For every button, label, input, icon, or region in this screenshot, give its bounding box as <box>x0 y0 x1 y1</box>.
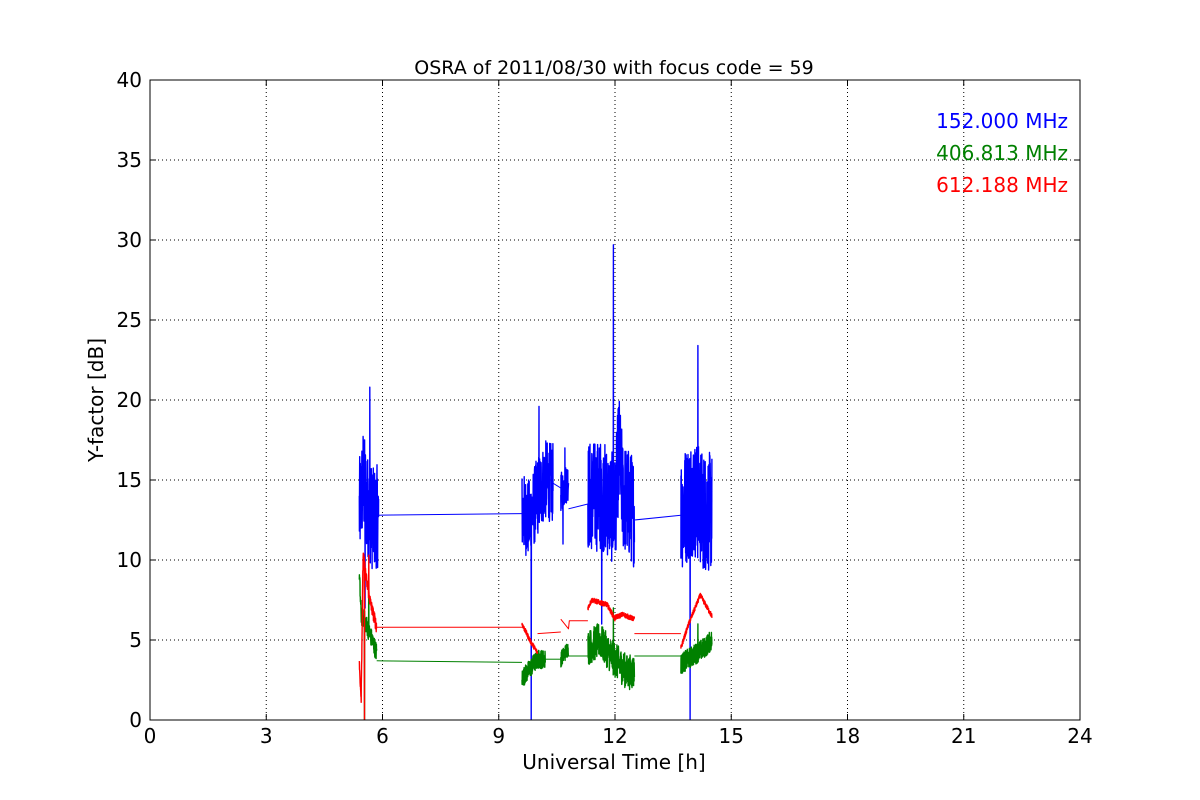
series-line-segment <box>614 611 636 622</box>
legend: 152.000 MHz 406.813 MHz 612.188 MHz <box>936 109 1068 197</box>
series-line-segment <box>521 649 546 686</box>
x-tick-label: 12 <box>602 724 627 748</box>
y-tick-label: 40 <box>117 68 142 92</box>
y-tick-label: 35 <box>117 148 142 172</box>
x-tick-label: 3 <box>260 724 273 748</box>
x-tick-label: 9 <box>492 724 505 748</box>
series-line-segment <box>560 447 570 545</box>
y-tick-label: 10 <box>117 548 142 572</box>
series-line-segment <box>376 660 523 663</box>
x-tick-label: 15 <box>719 724 744 748</box>
legend-entry: 612.188 MHz <box>936 173 1068 197</box>
series-line-segment <box>587 244 636 625</box>
y-tick-label: 0 <box>129 708 142 732</box>
x-tick-label: 0 <box>144 724 157 748</box>
legend-entry: 152.000 MHz <box>936 109 1068 133</box>
plot-series <box>358 244 713 720</box>
series-line-segment <box>568 503 589 510</box>
x-axis-label: Universal Time [h] <box>522 750 705 774</box>
series-1 <box>358 572 713 720</box>
series-line-segment <box>560 643 570 668</box>
chart: OSRA of 2011/08/30 with focus code = 59 … <box>84 57 1093 774</box>
series-line-segment <box>587 607 636 691</box>
series-line-segment <box>552 482 562 489</box>
x-tick-label: 18 <box>835 724 860 748</box>
chart-title: OSRA of 2011/08/30 with focus code = 59 <box>414 57 813 79</box>
y-tick-label: 20 <box>117 388 142 412</box>
x-tick-label: 24 <box>1067 724 1092 748</box>
y-axis-label: Y-factor [dB] <box>84 338 108 463</box>
series-line-segment <box>560 618 588 630</box>
legend-entry: 406.813 MHz <box>936 141 1068 165</box>
series-2 <box>358 552 713 720</box>
x-tick-label: 6 <box>376 724 389 748</box>
y-tick-label: 25 <box>117 308 142 332</box>
series-line-segment <box>521 622 539 654</box>
y-tick-label: 5 <box>129 628 142 652</box>
x-tick-label: 21 <box>951 724 976 748</box>
series-line-segment <box>537 631 561 635</box>
y-tick-label: 15 <box>117 468 142 492</box>
y-tick-label: 30 <box>117 228 142 252</box>
series-line-segment <box>634 514 681 521</box>
series-line-segment <box>378 513 523 516</box>
